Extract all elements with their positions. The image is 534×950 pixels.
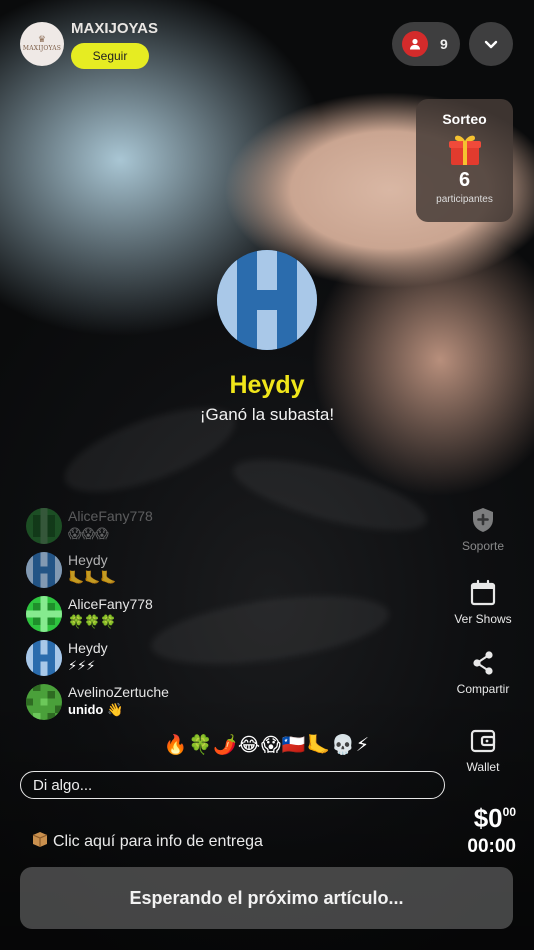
chat-text: unido 👋 — [68, 702, 124, 717]
chat-avatar — [26, 596, 62, 632]
delivery-info-text: Clic aquí para info de entrega — [53, 832, 263, 850]
chat-message: AvelinoZertuche unido 👋 — [26, 684, 286, 728]
view-shows-button[interactable]: Ver Shows — [449, 578, 517, 626]
waiting-next-item-button[interactable]: Esperando el próximo artículo... — [20, 867, 513, 929]
package-icon — [31, 830, 49, 853]
chat-username: Heydy — [68, 640, 108, 656]
viewer-count-badge[interactable]: 9 — [392, 22, 460, 66]
chevron-down-icon — [484, 40, 498, 49]
share-icon — [473, 651, 493, 675]
chat-message: AliceFany778 🍀🍀🍀 — [26, 596, 286, 640]
host-name[interactable]: MAXIJOYAS — [71, 20, 158, 37]
delivery-info-link[interactable]: Clic aquí para info de entrega — [31, 830, 263, 853]
chat-avatar — [26, 684, 62, 720]
raffle-participant-count: 6 — [458, 169, 471, 191]
winner-avatar — [217, 250, 317, 350]
raffle-participant-label: participantes — [436, 194, 493, 205]
chat-text: 🦶🦶🦶 — [68, 570, 117, 585]
view-shows-label: Ver Shows — [454, 612, 512, 626]
chat-message: Heydy 🦶🦶🦶 — [26, 552, 286, 596]
share-button[interactable]: Compartir — [449, 648, 517, 696]
calendar-icon — [470, 579, 496, 606]
chat-input[interactable]: Di algo... — [20, 771, 445, 799]
current-price: $000 — [462, 803, 516, 834]
chat-username: Heydy — [68, 552, 108, 568]
chat-text: ⚡⚡⚡ — [68, 658, 96, 673]
chat-avatar — [26, 640, 62, 676]
winner-name: Heydy — [229, 371, 305, 399]
chat-feed: AliceFany778 😱😱😱 Heydy 🦶🦶🦶 AliceFany778 … — [26, 508, 286, 728]
chat-avatar — [26, 508, 62, 544]
wallet-label: Wallet — [466, 760, 500, 774]
host-avatar[interactable]: ♛ MAXIJOYAS — [20, 22, 64, 66]
live-stream-screen: ♛ MAXIJOYAS MAXIJOYAS Seguir 9 Sorteo 6 … — [0, 0, 534, 950]
support-button[interactable]: Soporte — [449, 505, 517, 553]
reaction-bar[interactable]: 🔥🍀🌶️😂😱🇨🇱🦶💀⚡ — [0, 733, 534, 757]
chat-text: 🍀🍀🍀 — [68, 614, 117, 629]
viewer-count: 9 — [440, 36, 448, 52]
chat-message: Heydy ⚡⚡⚡ — [26, 640, 286, 684]
chat-text: 😱😱😱 — [68, 526, 109, 541]
price-main: $0 — [473, 803, 503, 833]
gift-icon — [447, 131, 483, 167]
host-logo: ♛ MAXIJOYAS — [22, 35, 62, 52]
chat-username: AvelinoZertuche — [68, 684, 169, 700]
chat-username: AliceFany778 — [68, 508, 153, 524]
person-icon — [402, 31, 428, 57]
winner-message: ¡Ganó la subasta! — [199, 405, 335, 424]
support-label: Soporte — [461, 539, 505, 553]
shield-plus-icon — [473, 508, 493, 532]
chat-message: AliceFany778 😱😱😱 — [26, 508, 286, 552]
auction-timer: 00:00 — [467, 836, 516, 857]
chat-username: AliceFany778 — [68, 596, 153, 612]
price-cents: 00 — [502, 805, 516, 819]
follow-button[interactable]: Seguir — [71, 43, 149, 69]
host-logo-text: MAXIJOYAS — [22, 44, 62, 52]
chat-avatar — [26, 552, 62, 588]
share-label: Compartir — [456, 682, 510, 696]
raffle-title: Sorteo — [442, 111, 487, 127]
collapse-button[interactable] — [469, 22, 513, 66]
raffle-card[interactable]: Sorteo 6 participantes — [416, 99, 513, 222]
